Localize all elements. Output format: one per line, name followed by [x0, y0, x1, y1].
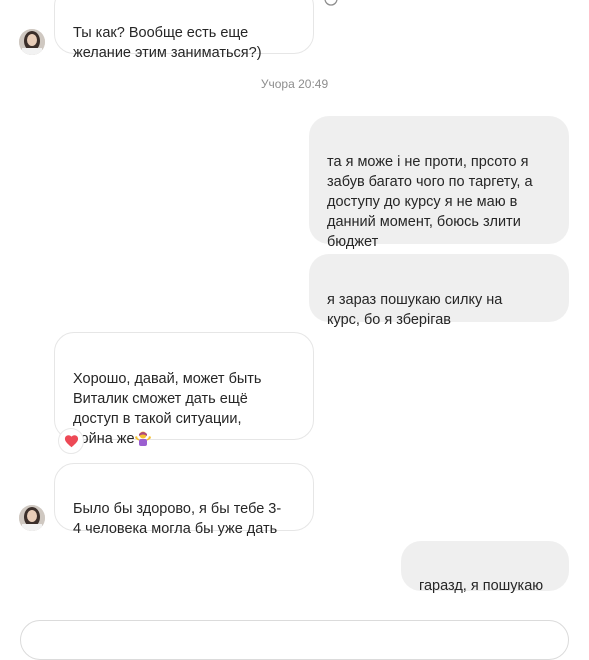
person-shrugging-emoji: [134, 431, 151, 446]
clock-icon: [324, 0, 338, 6]
incoming-message[interactable]: Ты как? Вообще есть еще желание этим зан…: [54, 0, 314, 61]
avatar[interactable]: [19, 29, 45, 55]
message-text: та я може і не проти, прсото я забув баг…: [327, 154, 533, 250]
outgoing-message[interactable]: я зараз пошукаю силку на курс, бо я збер…: [309, 254, 569, 328]
message-text: Было бы здорово, я бы тебе 3- 4 человека…: [73, 501, 282, 537]
message-thread: Ты как? Вообще есть еще желание этим зан…: [0, 0, 589, 660]
incoming-message[interactable]: Хорошо, давай, может быть Виталик сможет…: [54, 332, 314, 447]
outgoing-message[interactable]: та я може і не проти, прсото я забув баг…: [309, 116, 569, 250]
message-text: гаразд, я пошукаю: [419, 578, 544, 594]
message-input[interactable]: [20, 620, 569, 660]
incoming-message[interactable]: Было бы здорово, я бы тебе 3- 4 человека…: [54, 463, 314, 537]
timestamp: Учора 20:49: [260, 77, 329, 91]
message-text: Хорошо, давай, может быть Виталик сможет…: [73, 371, 262, 447]
heart-reaction-icon: [64, 435, 78, 448]
avatar-image: [19, 29, 45, 55]
heart-reaction[interactable]: [58, 428, 84, 454]
avatar-image: [19, 505, 45, 531]
message-text: Ты как? Вообще есть еще желание этим зан…: [73, 25, 262, 61]
outgoing-message[interactable]: гаразд, я пошукаю: [401, 541, 569, 594]
avatar[interactable]: [19, 505, 45, 531]
message-text: я зараз пошукаю силку на курс, бо я збер…: [327, 292, 503, 328]
